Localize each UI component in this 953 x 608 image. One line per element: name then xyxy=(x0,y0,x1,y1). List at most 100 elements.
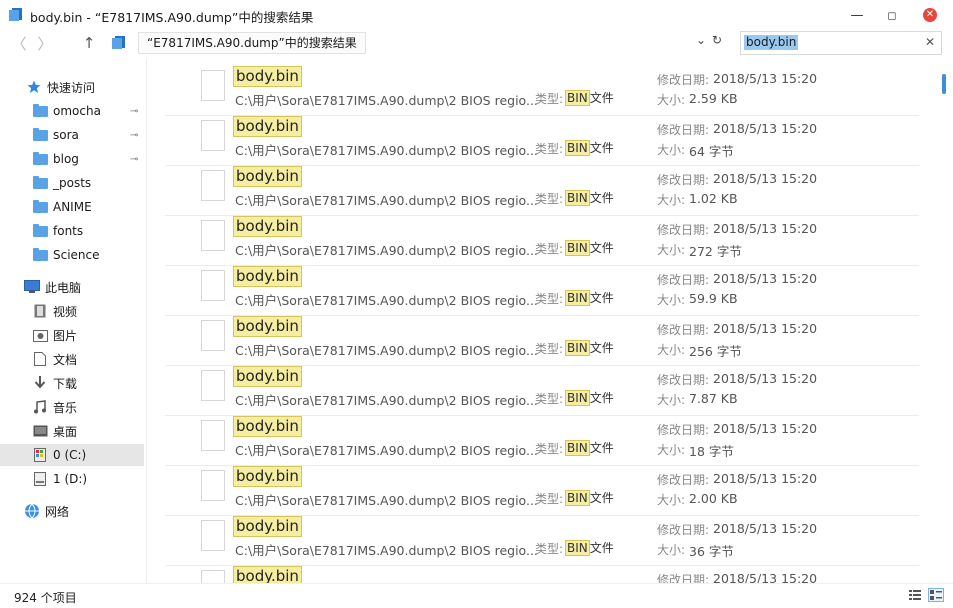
type-suffix: 文件 xyxy=(589,191,614,205)
minimize-button[interactable]: — xyxy=(841,0,873,30)
sidebar-item-label: 0 (C:) xyxy=(53,448,87,462)
type-highlight: BIN xyxy=(565,490,590,506)
type-value: BIN 文件 xyxy=(565,239,614,256)
type-highlight: BIN xyxy=(565,390,590,406)
result-row[interactable]: body.bin C:\用户\Sora\E7817IMS.A90.dump\2 B… xyxy=(165,365,919,416)
sidebar-this-pc[interactable]: 此电脑 xyxy=(24,276,144,298)
type-suffix: 文件 xyxy=(589,341,614,355)
file-icon xyxy=(201,470,225,501)
file-icon xyxy=(201,70,225,101)
date-label: 修改日期: xyxy=(657,73,710,87)
type-label: 类型: xyxy=(535,392,564,406)
navigation-pane: 快速访问 omocha ⊸ sora ⊸ blog ⊸ _posts ANIME… xyxy=(0,59,147,583)
type-label: 类型: xyxy=(535,142,564,156)
type-highlight: BIN xyxy=(565,290,590,306)
video-icon xyxy=(32,304,48,318)
type-suffix: 文件 xyxy=(589,541,614,555)
sidebar-item-label: 下载 xyxy=(53,376,78,391)
file-icon xyxy=(201,370,225,401)
type-label: 类型: xyxy=(535,92,564,106)
sidebar-item-posts[interactable]: _posts xyxy=(32,172,144,194)
type-value: BIN 文件 xyxy=(565,339,614,356)
breadcrumb[interactable]: “E7817IMS.A90.dump”中的搜索结果 xyxy=(138,32,366,54)
result-row[interactable]: body.bin C:\用户\Sora\E7817IMS.A90.dump\2 B… xyxy=(165,115,919,166)
type-suffix: 文件 xyxy=(589,291,614,305)
size-label: 大小: xyxy=(657,243,686,257)
sidebar-item-drive-c[interactable]: 0 (C:) xyxy=(0,444,144,466)
date-modified: 2018/5/13 15:20 xyxy=(713,521,818,536)
file-path: C:\用户\Sora\E7817IMS.A90.dump\2 BIOS regi… xyxy=(235,393,538,408)
search-query-selection[interactable]: body.bin xyxy=(744,35,799,50)
details-view-icon[interactable] xyxy=(908,589,922,601)
sidebar-item-omocha[interactable]: omocha ⊸ xyxy=(32,100,144,122)
result-row[interactable]: body.bin C:\用户\Sora\E7817IMS.A90.dump\2 B… xyxy=(165,165,919,216)
result-row[interactable]: body.bin C:\用户\Sora\E7817IMS.A90.dump\2 B… xyxy=(165,65,919,116)
sidebar-item-anime[interactable]: ANIME xyxy=(32,196,144,218)
search-box[interactable]: body.bin ✕ xyxy=(740,31,942,55)
sidebar-item-downloads[interactable]: 下载 xyxy=(32,372,144,394)
folder-icon xyxy=(32,175,48,190)
desktop-icon xyxy=(32,424,48,438)
sidebar-item-fonts[interactable]: fonts xyxy=(32,220,144,242)
close-button[interactable]: ✕ xyxy=(914,0,946,30)
sidebar-item-label: 此电脑 xyxy=(45,280,82,295)
size-label: 大小: xyxy=(657,543,686,557)
sidebar-network[interactable]: 网络 xyxy=(24,500,144,522)
close-icon: ✕ xyxy=(923,8,937,22)
sidebar-item-desktop[interactable]: 桌面 xyxy=(32,420,144,442)
refresh-icon[interactable]: ↻ xyxy=(712,33,722,47)
type-suffix: 文件 xyxy=(589,491,614,505)
back-arrow-icon: 〈 xyxy=(11,34,27,53)
sidebar-item-science[interactable]: Science xyxy=(32,244,144,266)
file-path: C:\用户\Sora\E7817IMS.A90.dump\2 BIOS regi… xyxy=(235,243,538,258)
result-row[interactable]: body.bin C:\用户\Sora\E7817IMS.A90.dump\2 B… xyxy=(165,465,919,516)
maximize-button[interactable]: ◻ xyxy=(876,0,908,30)
file-size: 64 字节 xyxy=(689,144,734,159)
sidebar-item-pictures[interactable]: 图片 xyxy=(32,324,144,346)
content-view-icon[interactable] xyxy=(928,588,944,602)
result-row[interactable]: body.bin C:\用户\Sora\E7817IMS.A90.dump\2 B… xyxy=(165,515,919,566)
type-label: 类型: xyxy=(535,292,564,306)
result-row[interactable]: body.bin C:\用户\Sora\E7817IMS.A90.dump\2 B… xyxy=(165,215,919,266)
date-label: 修改日期: xyxy=(657,123,710,137)
sidebar-item-sora[interactable]: sora ⊸ xyxy=(32,124,144,146)
type-label: 类型: xyxy=(535,492,564,506)
back-button[interactable]: 〈 xyxy=(8,32,30,54)
address-tools: ⌄ ↻ xyxy=(694,33,732,53)
result-row[interactable]: body.bin C:\用户\Sora\E7817IMS.A90.dump\2 B… xyxy=(165,265,919,316)
file-name: body.bin xyxy=(233,116,302,137)
sidebar-item-video[interactable]: 视频 xyxy=(32,300,144,322)
drive-c-icon xyxy=(32,448,48,462)
pin-icon: ⊸ xyxy=(130,105,139,117)
file-icon xyxy=(201,520,225,551)
size-label: 大小: xyxy=(657,393,686,407)
file-name: body.bin xyxy=(233,416,302,437)
type-value: BIN 文件 xyxy=(565,539,614,556)
file-path: C:\用户\Sora\E7817IMS.A90.dump\2 BIOS regi… xyxy=(235,93,538,108)
vertical-scrollbar[interactable] xyxy=(937,59,953,583)
file-size: 256 字节 xyxy=(689,344,742,359)
type-suffix: 文件 xyxy=(589,241,614,255)
up-button[interactable]: ↑ xyxy=(78,32,100,54)
address-dropdown-icon[interactable]: ⌄ xyxy=(696,33,706,47)
clear-search-icon[interactable]: ✕ xyxy=(925,35,935,49)
sidebar-item-music[interactable]: 音乐 xyxy=(32,396,144,418)
type-value: BIN 文件 xyxy=(565,439,614,456)
result-row[interactable]: body.bin C:\用户\Sora\E7817IMS.A90.dump\2 B… xyxy=(165,315,919,366)
sidebar-quick-access[interactable]: 快速访问 xyxy=(26,76,144,98)
forward-button[interactable]: 〉 xyxy=(34,32,56,54)
type-suffix: 文件 xyxy=(589,441,614,455)
result-row[interactable]: body.bin C:\用户\Sora\E7817IMS.A90.dump\2 B… xyxy=(165,415,919,466)
size-label: 大小: xyxy=(657,93,686,107)
size-label: 大小: xyxy=(657,493,686,507)
sidebar-item-drive-d[interactable]: 1 (D:) xyxy=(32,468,144,490)
sidebar-item-documents[interactable]: 文档 xyxy=(32,348,144,370)
sidebar-item-label: sora xyxy=(53,128,79,142)
scrollbar-thumb[interactable] xyxy=(942,74,946,94)
file-icon xyxy=(201,570,225,583)
sidebar-item-blog[interactable]: blog ⊸ xyxy=(32,148,144,170)
type-label: 类型: xyxy=(535,242,564,256)
sidebar-item-label: blog xyxy=(53,152,79,166)
downloads-icon xyxy=(32,376,48,390)
result-row[interactable]: body.bin 修改日期: 2018/5/13 15:20 xyxy=(165,565,919,583)
